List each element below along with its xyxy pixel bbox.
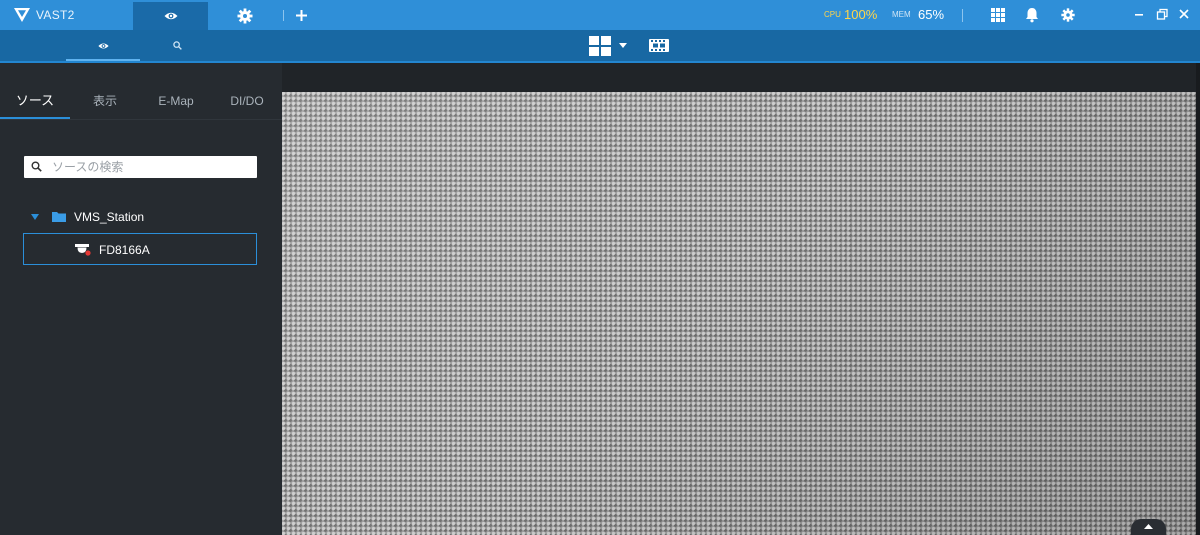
eye-icon: [164, 12, 177, 20]
source-panel-tabs: ソース 表示 E-Map DI/DO: [0, 87, 282, 121]
subtab-search[interactable]: [140, 30, 214, 61]
device-label: FD8166A: [99, 243, 150, 257]
restore-icon[interactable]: [1155, 7, 1169, 21]
filmstrip-icon[interactable]: [649, 39, 669, 52]
titlebar-divider-right: [962, 9, 963, 22]
device-item-fd8166a[interactable]: FD8166A: [23, 233, 257, 265]
tabs-divider: [0, 119, 282, 120]
eye-icon: [97, 42, 109, 49]
apps-grid-icon[interactable]: [990, 7, 1006, 23]
tab-emap[interactable]: E-Map: [140, 87, 212, 119]
cpu-usage-value: 100%: [844, 7, 878, 22]
video-right-border: [1196, 63, 1200, 535]
expand-bottom-panel-handle[interactable]: [1131, 519, 1166, 535]
source-search-box[interactable]: [24, 156, 257, 178]
subtab-liveview[interactable]: [66, 30, 140, 61]
vivotek-logo-icon: [14, 8, 30, 22]
tab-settings-gear-icon[interactable]: [236, 7, 254, 25]
tab-display[interactable]: 表示: [70, 87, 140, 119]
tab-source[interactable]: ソース: [0, 87, 70, 119]
station-label: VMS_Station: [74, 210, 145, 224]
search-icon: [172, 41, 182, 50]
chevron-up-icon: [1144, 524, 1153, 529]
chevron-down-icon[interactable]: [31, 214, 39, 220]
cpu-label: CPU: [824, 10, 841, 19]
layout-2x2-icon[interactable]: [589, 36, 611, 56]
live-video-feed[interactable]: [282, 92, 1200, 535]
video-channel-header: [282, 63, 1200, 92]
video-frame-shading: [282, 92, 1200, 535]
title-bar: VAST2 CPU 100% MEM 65%: [0, 0, 1200, 30]
search-icon: [31, 161, 42, 172]
chevron-down-icon[interactable]: [619, 43, 627, 49]
gear-icon[interactable]: [1060, 7, 1076, 23]
dome-camera-icon: [75, 244, 91, 256]
close-icon[interactable]: [1177, 7, 1191, 21]
app-title: VAST2: [36, 8, 75, 22]
folder-icon: [52, 212, 66, 222]
add-tab-button[interactable]: [293, 6, 309, 24]
tree-node-vms-station[interactable]: VMS_Station: [24, 205, 257, 229]
source-panel: ソース 表示 E-Map DI/DO VMS_Station FD8166A: [0, 63, 282, 535]
titlebar-divider: [283, 10, 284, 21]
tab-dido[interactable]: DI/DO: [212, 87, 282, 119]
tab-liveview[interactable]: [133, 2, 208, 30]
plus-icon: [295, 10, 307, 21]
source-search-input[interactable]: [52, 156, 252, 178]
bell-icon[interactable]: [1024, 7, 1040, 23]
minimize-icon[interactable]: [1132, 7, 1146, 21]
mem-label: MEM: [892, 10, 911, 19]
mem-usage-value: 65%: [918, 7, 945, 22]
